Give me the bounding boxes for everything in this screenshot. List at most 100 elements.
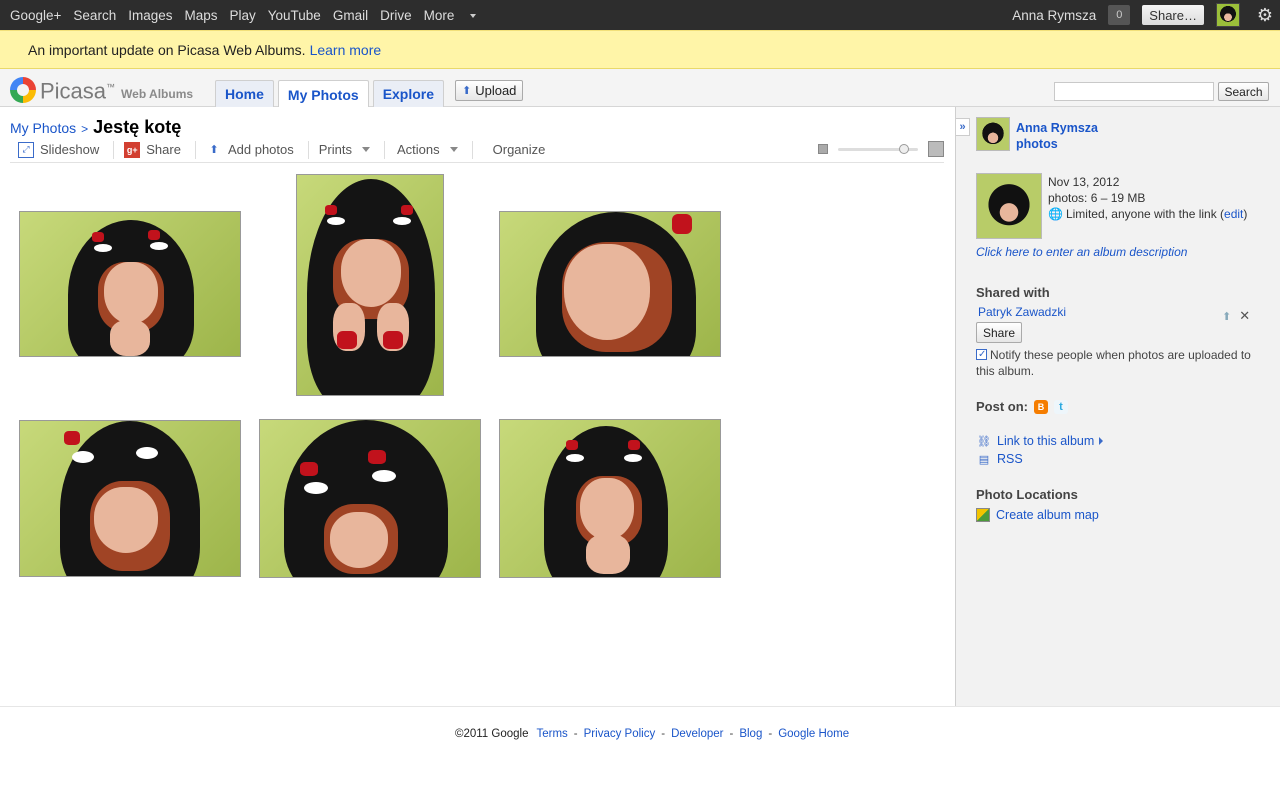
gbar-link-images[interactable]: Images bbox=[128, 8, 172, 23]
gbar-link-googleplus[interactable]: Google+ bbox=[10, 8, 61, 23]
chevron-down-icon bbox=[449, 147, 458, 152]
gbar-more-label: More bbox=[423, 7, 455, 23]
upload-icon[interactable]: ⬆ bbox=[1222, 310, 1231, 323]
notify-checkbox[interactable] bbox=[976, 347, 987, 363]
breadcrumb-my-photos[interactable]: My Photos bbox=[10, 120, 76, 136]
notice-text: An important update on Picasa Web Albums… bbox=[28, 41, 306, 58]
gbar-link-gmail[interactable]: Gmail bbox=[333, 8, 368, 23]
rss-icon: ▤ bbox=[978, 453, 990, 466]
post-on-label: Post on: bbox=[976, 399, 1028, 414]
footer-link-privacy[interactable]: Privacy Policy bbox=[584, 728, 656, 740]
photo-thumbnail[interactable] bbox=[499, 419, 721, 578]
tab-explore[interactable]: Explore bbox=[372, 80, 445, 107]
gbar-link-drive[interactable]: Drive bbox=[380, 8, 412, 23]
picasa-logo[interactable]: Picasa™ Web Albums bbox=[10, 75, 194, 104]
shared-person-actions: ⬆ ✕ bbox=[1222, 308, 1250, 324]
notification-count[interactable]: 0 bbox=[1108, 5, 1131, 25]
rss-label: RSS bbox=[997, 452, 1023, 466]
gbar-link-search[interactable]: Search bbox=[73, 8, 116, 23]
rss-link[interactable]: ▤ RSS bbox=[976, 452, 1023, 466]
album-cover-thumbnail[interactable] bbox=[976, 173, 1042, 239]
photo-thumbnail[interactable] bbox=[19, 420, 241, 577]
small-thumbnail-icon bbox=[818, 144, 828, 154]
chevron-down-icon bbox=[361, 147, 370, 152]
tab-home[interactable]: Home bbox=[215, 80, 274, 107]
google-bar: Google+ Search Images Maps Play YouTube … bbox=[0, 0, 1280, 30]
gbar-user-name[interactable]: Anna Rymsza bbox=[1012, 8, 1096, 23]
photo-thumbnail[interactable] bbox=[19, 211, 241, 357]
search-button[interactable]: Search bbox=[1218, 82, 1269, 101]
photo-thumbnail[interactable] bbox=[259, 419, 481, 578]
avatar[interactable] bbox=[976, 117, 1010, 151]
owner-name: Anna Rymsza bbox=[1016, 121, 1098, 135]
collapse-sidebar-icon[interactable]: » bbox=[956, 118, 970, 136]
actions-menu[interactable]: Actions bbox=[385, 140, 473, 159]
chevron-right-icon bbox=[1099, 437, 1104, 445]
footer-link-google-home[interactable]: Google Home bbox=[778, 728, 849, 740]
logo-word: Picasa bbox=[40, 78, 107, 104]
album-description-link[interactable]: Click here to enter an album description bbox=[976, 245, 1187, 259]
shared-person-link[interactable]: Patryk Zawadzki bbox=[978, 305, 1066, 319]
add-photos-label: Add photos bbox=[227, 142, 294, 157]
gbar-share-button[interactable]: Share… bbox=[1142, 5, 1204, 25]
create-album-map-link[interactable]: Create album map bbox=[976, 508, 1099, 522]
gbar-more-menu[interactable]: More bbox=[424, 8, 477, 23]
google-plus-icon: g+ bbox=[124, 141, 141, 158]
picasa-header: Picasa™ Web Albums Home My Photos Explor… bbox=[0, 69, 1280, 108]
learn-more-link[interactable]: Learn more bbox=[310, 42, 382, 58]
twitter-icon[interactable]: t bbox=[1054, 399, 1068, 414]
prints-menu[interactable]: Prints bbox=[309, 140, 385, 159]
shared-with-heading: Shared with bbox=[976, 285, 1050, 300]
upload-button[interactable]: ⬆ Upload bbox=[455, 80, 524, 101]
share-album-button[interactable]: Share bbox=[976, 322, 1023, 343]
album-sidebar: » Anna Rymsza photos Nov 13, 2012 photos… bbox=[955, 107, 1280, 706]
avatar[interactable] bbox=[1216, 3, 1240, 27]
gbar-link-maps[interactable]: Maps bbox=[184, 8, 217, 23]
zoom-knob[interactable] bbox=[898, 143, 909, 154]
footer-link-blog[interactable]: Blog bbox=[739, 728, 762, 740]
album-main: My Photos > Jestę kotę ⤢ Slideshow g+ Sh… bbox=[0, 107, 955, 706]
map-icon bbox=[976, 508, 990, 522]
close-icon[interactable]: ✕ bbox=[1239, 308, 1250, 324]
photo-thumbnail[interactable] bbox=[499, 211, 721, 357]
add-photos-button[interactable]: ⬆ Add photos bbox=[196, 140, 309, 159]
gbar-link-youtube[interactable]: YouTube bbox=[268, 8, 321, 23]
footer-separator: - bbox=[729, 728, 734, 740]
album-date: Nov 13, 2012 bbox=[1048, 175, 1120, 189]
blogger-icon[interactable]: B bbox=[1034, 399, 1048, 414]
breadcrumb-separator: > bbox=[81, 122, 89, 136]
footer-links: ©2011 Google Terms - Privacy Policy - De… bbox=[455, 728, 849, 740]
search-input[interactable] bbox=[1054, 82, 1214, 101]
upload-icon: ⬆ bbox=[462, 85, 472, 97]
slideshow-button[interactable]: ⤢ Slideshow bbox=[10, 140, 115, 159]
owner-link[interactable]: Anna Rymsza photos bbox=[1016, 120, 1098, 152]
picasa-logo-icon bbox=[10, 77, 36, 104]
edit-visibility-link[interactable]: edit bbox=[1224, 207, 1243, 221]
footer-link-developer[interactable]: Developer bbox=[671, 728, 723, 740]
photo-thumbnail[interactable] bbox=[296, 174, 444, 396]
gbar-link-play[interactable]: Play bbox=[230, 8, 256, 23]
notify-option: Notify these people when photos are uplo… bbox=[976, 347, 1266, 379]
upload-icon: ⬆ bbox=[209, 144, 219, 156]
tab-my-photos[interactable]: My Photos bbox=[277, 80, 369, 108]
slideshow-icon: ⤢ bbox=[18, 141, 34, 158]
post-on-row: Post on: B t bbox=[976, 399, 1068, 414]
owner-photos-label: photos bbox=[1016, 137, 1058, 151]
footer-link-terms[interactable]: Terms bbox=[536, 728, 567, 740]
organize-button[interactable]: Organize bbox=[473, 141, 560, 159]
thumbnail-size-slider[interactable] bbox=[818, 141, 944, 157]
zoom-track[interactable] bbox=[838, 143, 918, 154]
album-photos-info: photos: 6 – 19 MB bbox=[1048, 191, 1146, 205]
copyright: ©2011 Google bbox=[455, 728, 529, 740]
footer-separator: - bbox=[661, 728, 666, 740]
breadcrumb: My Photos > Jestę kotę bbox=[10, 117, 181, 138]
share-button[interactable]: g+ Share bbox=[114, 140, 196, 159]
globe-icon: 🌐 bbox=[1048, 207, 1063, 221]
gear-icon[interactable]: ⚙ bbox=[1250, 0, 1280, 30]
create-map-label: Create album map bbox=[996, 508, 1099, 522]
logo-tm: ™ bbox=[106, 82, 116, 92]
google-bar-right: Anna Rymsza 0 Share… ⚙ bbox=[1012, 0, 1280, 30]
footer: ©2011 Google Terms - Privacy Policy - De… bbox=[0, 706, 1280, 800]
link-to-album[interactable]: ⛓ Link to this album bbox=[976, 434, 1104, 448]
logo-subtitle: Web Albums bbox=[121, 87, 194, 102]
